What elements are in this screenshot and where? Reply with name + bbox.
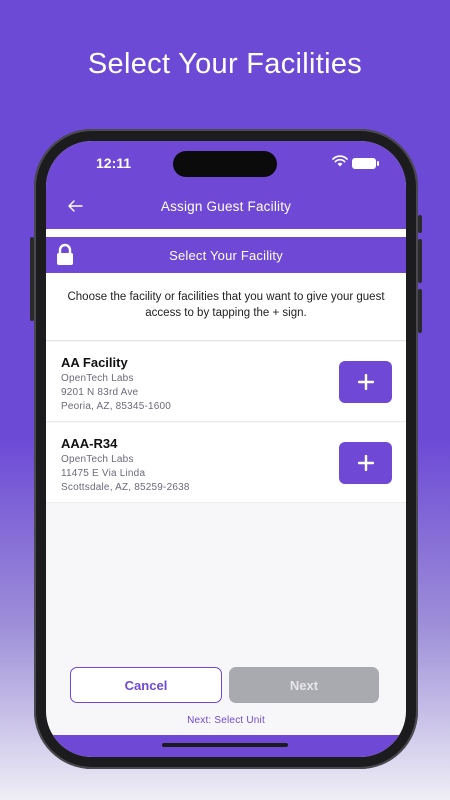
status-time: 12:11: [96, 155, 132, 171]
facility-name: AA Facility: [61, 355, 128, 370]
add-facility-button[interactable]: [339, 442, 392, 484]
phone-side-button: [30, 237, 34, 321]
facility-row: AAA-R34 OpenTech Labs 11475 E Via Linda …: [46, 423, 406, 503]
phone-frame: 12:11 Assign Guest Facility Select Your …: [30, 129, 422, 769]
dynamic-island: [173, 151, 277, 177]
phone-side-button: [418, 289, 422, 333]
wifi-icon: [332, 155, 348, 167]
cancel-button[interactable]: Cancel: [70, 667, 222, 703]
facility-name: AAA-R34: [61, 436, 118, 451]
phone-screen: 12:11 Assign Guest Facility Select Your …: [46, 141, 406, 757]
facility-address: 11475 E Via Linda: [61, 468, 146, 479]
phone-side-button: [418, 239, 422, 283]
add-facility-button[interactable]: [339, 361, 392, 403]
status-bar: 12:11: [46, 141, 406, 185]
next-button[interactable]: Next: [229, 667, 379, 703]
home-indicator[interactable]: [162, 743, 288, 747]
plus-icon: [357, 455, 374, 471]
next-step-hint: Next: Select Unit: [187, 715, 265, 726]
facility-city: Scottsdale, AZ, 85259-2638: [61, 482, 190, 493]
facility-city: Peoria, AZ, 85345-1600: [61, 401, 172, 412]
facility-company: OpenTech Labs: [61, 373, 134, 384]
facility-company: OpenTech Labs: [61, 454, 134, 465]
app-header: Assign Guest Facility: [46, 185, 406, 229]
header-divider: [46, 229, 406, 237]
battery-icon: [352, 158, 379, 169]
section-header: Select Your Facility: [46, 237, 406, 273]
facility-address: 9201 N 83rd Ave: [61, 387, 139, 398]
phone-side-button: [418, 215, 422, 233]
bottom-bar: [46, 735, 406, 757]
page-title: Assign Guest Facility: [160, 199, 292, 214]
instructions-text: Choose the facility or facilities that y…: [46, 273, 406, 341]
promo-headline: Select Your Facilities: [87, 48, 363, 80]
facility-row: AA Facility OpenTech Labs 9201 N 83rd Av…: [46, 342, 406, 422]
plus-icon: [357, 374, 374, 390]
section-title: Select Your Facility: [169, 248, 283, 263]
